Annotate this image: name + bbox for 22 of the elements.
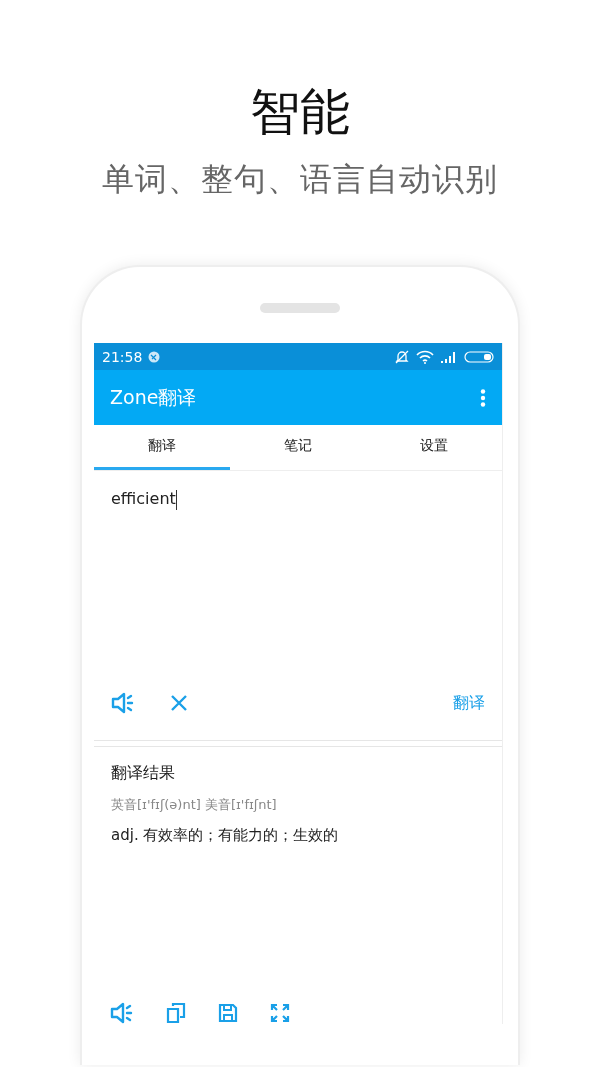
tab[interactable]: 设置 xyxy=(366,425,502,470)
result-heading: 翻译结果 xyxy=(111,763,176,784)
close-icon[interactable] xyxy=(170,694,188,712)
tab[interactable]: 翻译 xyxy=(94,425,230,470)
wifi-icon xyxy=(416,349,434,364)
battery-icon xyxy=(464,350,494,363)
headline-title: 智能 xyxy=(250,82,350,143)
speaker-icon[interactable] xyxy=(111,692,135,714)
signal-icon xyxy=(440,350,458,363)
copy-icon[interactable] xyxy=(166,1002,186,1024)
status-time: 21:58 xyxy=(102,348,143,365)
speaker-icon[interactable] xyxy=(110,1002,134,1024)
phonetic-text: 英音[ɪ'fɪʃ(ə)nt] 美音[ɪ'fɪʃnt] xyxy=(111,796,278,814)
headline-subtitle: 单词、整句、语言自动识别 xyxy=(102,159,498,200)
more-menu-icon[interactable] xyxy=(480,388,486,407)
app-title: Zone翻译 xyxy=(110,384,198,410)
meaning-text: adj. 有效率的；有能力的；生效的 xyxy=(111,826,340,845)
expand-icon[interactable] xyxy=(270,1003,290,1023)
save-icon[interactable] xyxy=(218,1003,238,1023)
input-field[interactable]: efficient xyxy=(94,471,502,683)
tab[interactable]: 笔记 xyxy=(230,425,366,470)
bell-muted-icon xyxy=(394,348,410,365)
